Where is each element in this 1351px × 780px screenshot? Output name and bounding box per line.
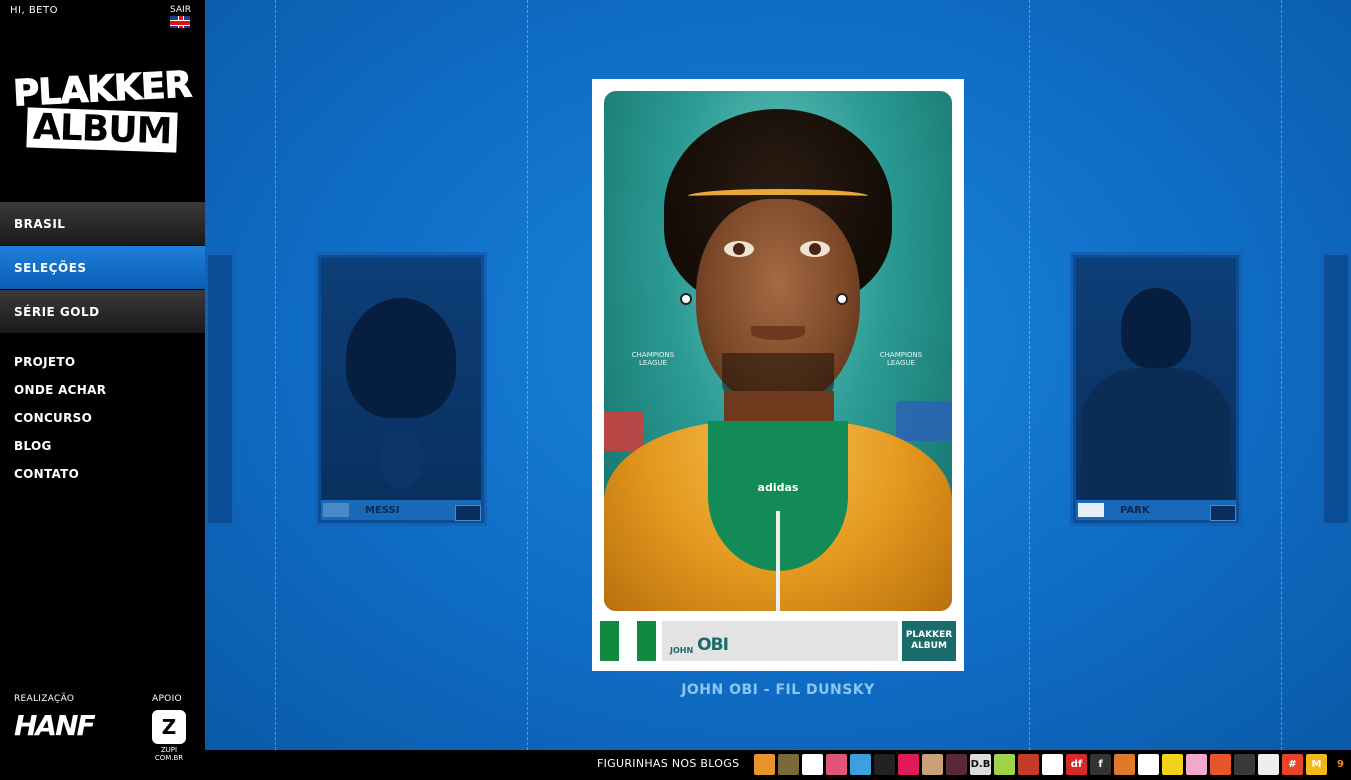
- blog-icon[interactable]: [826, 754, 847, 775]
- card-partial-right[interactable]: [1321, 252, 1351, 526]
- divider-line: [275, 0, 276, 750]
- jersey-silhouette: [1081, 368, 1231, 502]
- divider-line: [1029, 0, 1030, 750]
- headband-illustration: [688, 189, 868, 203]
- blog-icon[interactable]: D.B: [970, 754, 991, 775]
- card-messi-name: MESSI: [365, 504, 400, 516]
- blog-icon[interactable]: f: [1090, 754, 1111, 775]
- right-eye: [800, 241, 830, 257]
- logout-link[interactable]: SAIR: [170, 5, 191, 15]
- nav-item-brasil[interactable]: BRASIL: [0, 202, 205, 246]
- footer-bar: FIGURINHAS NOS BLOGS D.B df f # M 9: [205, 750, 1351, 780]
- logo-line-2: ALBUM: [26, 107, 179, 153]
- player-name-field: JOHN OBI: [662, 621, 898, 661]
- ucl-logo-left: CHAMPIONS LEAGUE: [631, 351, 675, 367]
- card-park[interactable]: PARK: [1070, 252, 1242, 526]
- secondary-nav: PROJETO ONDE ACHAR CONCURSO BLOG CONTATO: [14, 352, 106, 492]
- mastercard-ad-left: [604, 411, 644, 451]
- blog-icon[interactable]: M: [1306, 754, 1327, 775]
- badge-line-1: PLAKKER: [905, 630, 953, 640]
- zupi-icon: Z: [152, 710, 186, 744]
- plakker-badge-icon: [1210, 505, 1236, 521]
- adidas-logo: adidas: [757, 481, 799, 494]
- blog-icon[interactable]: [1210, 754, 1231, 775]
- blog-icon[interactable]: [874, 754, 895, 775]
- nav-link-concurso[interactable]: CONCURSO: [14, 408, 106, 436]
- featured-card[interactable]: CHAMPIONS LEAGUE CHAMPIONS LEAGUE adidas: [592, 79, 964, 671]
- card-park-image: [1076, 258, 1236, 502]
- ucl-logo-right: CHAMPIONS LEAGUE: [879, 351, 923, 367]
- card-messi[interactable]: MESSI: [315, 252, 487, 526]
- zupi-logo[interactable]: Z ZUPI COM.BR: [152, 710, 186, 762]
- blog-icon[interactable]: [922, 754, 943, 775]
- greeting-text: HI, BETO: [10, 5, 58, 16]
- blog-icon[interactable]: [898, 754, 919, 775]
- argentina-flag-icon: [323, 503, 349, 517]
- hanf-logo[interactable]: HANF: [14, 710, 120, 742]
- blog-icon[interactable]: [850, 754, 871, 775]
- nav-link-onde-achar[interactable]: ONDE ACHAR: [14, 380, 106, 408]
- zipper-illustration: [776, 511, 780, 611]
- player-last-name: OBI: [697, 635, 729, 655]
- blog-icon[interactable]: df: [1066, 754, 1087, 775]
- blog-icon[interactable]: [994, 754, 1015, 775]
- main-nav: BRASIL SELEÇÕES SÉRIE GOLD: [0, 202, 205, 334]
- realizacao-label: REALIZAÇÃO: [14, 694, 75, 704]
- apoio-label: APOIO: [152, 694, 182, 704]
- blog-icon[interactable]: [778, 754, 799, 775]
- earring-left-icon: [680, 293, 692, 305]
- player-silhouette: [346, 298, 456, 418]
- blog-icon[interactable]: [1042, 754, 1063, 775]
- blog-icon[interactable]: 9: [1330, 754, 1351, 775]
- nav-link-projeto[interactable]: PROJETO: [14, 352, 106, 380]
- blog-icon[interactable]: [1162, 754, 1183, 775]
- blog-icons-list: D.B df f # M 9: [754, 754, 1351, 775]
- blog-icon[interactable]: [1114, 754, 1135, 775]
- blog-icon[interactable]: [1186, 754, 1207, 775]
- blog-icon[interactable]: [1138, 754, 1159, 775]
- nav-item-serie-gold[interactable]: SÉRIE GOLD: [0, 290, 205, 334]
- flag-stripe: [637, 621, 657, 661]
- mastercard-ad-right: [896, 401, 952, 441]
- blog-icon[interactable]: [1018, 754, 1039, 775]
- featured-caption: JOHN OBI - FIL DUNSKY: [681, 682, 875, 698]
- carousel-stage: MESSI CHAMPIONS LEAGUE CHAMPIONS LEAGUE …: [205, 0, 1351, 750]
- badge-line-2: ALBUM: [911, 641, 947, 651]
- blog-icon[interactable]: [754, 754, 775, 775]
- blog-icon[interactable]: [946, 754, 967, 775]
- divider-line: [527, 0, 528, 750]
- nav-link-contato[interactable]: CONTATO: [14, 464, 106, 492]
- nav-item-selecoes[interactable]: SELEÇÕES: [0, 246, 205, 290]
- featured-card-art: CHAMPIONS LEAGUE CHAMPIONS LEAGUE adidas: [604, 91, 952, 611]
- flag-stripe: [600, 621, 619, 661]
- sidebar: HI, BETO SAIR PLAKKER ALBUM BRASIL SELEÇ…: [0, 0, 205, 780]
- plakker-album-badge: PLAKKER ALBUM: [902, 621, 956, 661]
- card-park-name: PARK: [1120, 504, 1150, 516]
- featured-namebar: JOHN OBI PLAKKER ALBUM: [600, 619, 956, 663]
- zupi-text: ZUPI COM.BR: [154, 746, 184, 762]
- earring-right-icon: [836, 293, 848, 305]
- uk-flag-icon[interactable]: [170, 16, 190, 28]
- nav-link-blog[interactable]: BLOG: [14, 436, 106, 464]
- blog-icon[interactable]: [1258, 754, 1279, 775]
- plakker-badge-icon: [455, 505, 481, 521]
- nigeria-flag-icon: [600, 621, 657, 661]
- flag-stripe: [618, 621, 638, 661]
- credits: REALIZAÇÃO APOIO HANF Z ZUPI COM.BR: [14, 692, 194, 772]
- ball-icon: [379, 428, 423, 488]
- blogs-label: FIGURINHAS NOS BLOGS: [597, 757, 740, 770]
- card-messi-image: [321, 258, 481, 502]
- blog-icon[interactable]: #: [1282, 754, 1303, 775]
- card-partial-left[interactable]: [205, 252, 235, 526]
- south-korea-flag-icon: [1078, 503, 1104, 517]
- blog-icon[interactable]: [1234, 754, 1255, 775]
- left-eye: [724, 241, 754, 257]
- player-silhouette: [1121, 288, 1191, 368]
- blog-icon[interactable]: [802, 754, 823, 775]
- divider-line: [1281, 0, 1282, 750]
- mouth-illustration: [751, 326, 805, 340]
- player-first-name: JOHN: [670, 646, 694, 655]
- plakker-album-logo[interactable]: PLAKKER ALBUM: [12, 50, 193, 170]
